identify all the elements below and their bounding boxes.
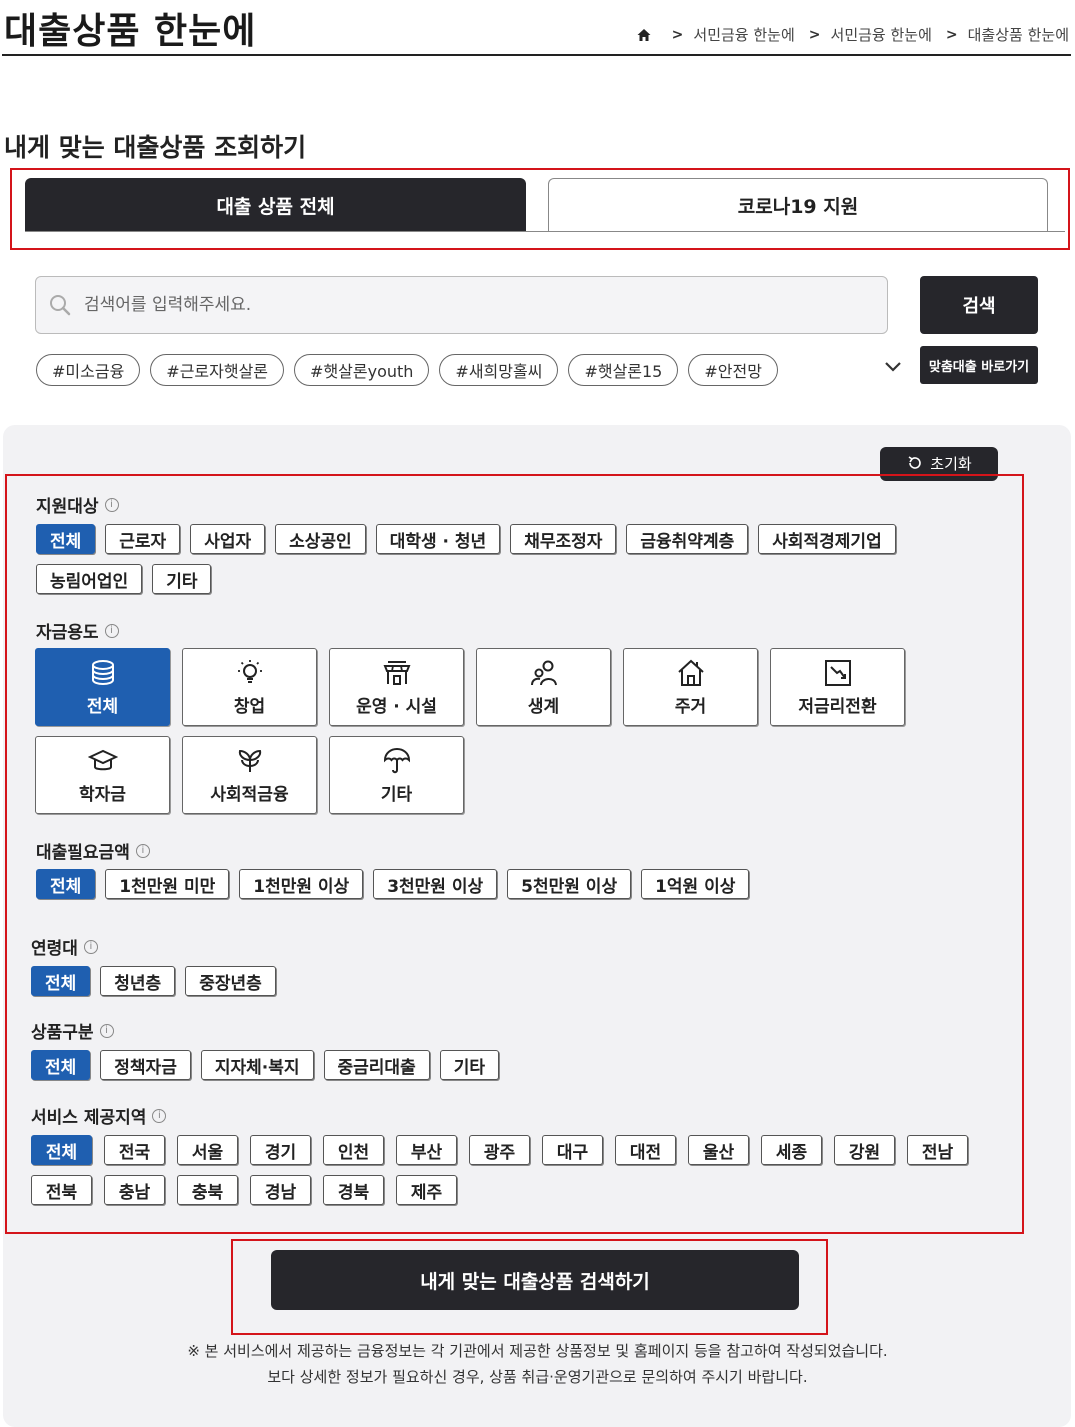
breadcrumb-separator-icon: >	[945, 26, 958, 43]
page-title: 대출상품 한눈에	[4, 11, 257, 52]
breadcrumb-separator-icon: >	[808, 26, 821, 43]
hashtag-chip[interactable]: #햇살론youth	[294, 354, 430, 386]
search-icon	[50, 295, 71, 316]
hashtag-chip[interactable]: #안전망	[688, 354, 778, 386]
breadcrumb-item-1[interactable]: 서민금융 한눈에	[693, 24, 794, 45]
submit-highlight-box	[231, 1239, 828, 1335]
reset-label: 초기화	[930, 455, 972, 473]
breadcrumb-item-3[interactable]: 대출상품 한눈에	[968, 24, 1069, 45]
search-box	[35, 276, 888, 334]
filter-highlight-box	[5, 474, 1024, 1234]
breadcrumb: > 서민금융 한눈에 > 서민금융 한눈에 > 대출상품 한눈에	[636, 24, 1069, 45]
search-button[interactable]: 검색	[920, 276, 1038, 334]
hashtag-list: #미소금융 #근로자햇살론 #햇살론youth #새희망홀씨 #햇살론15 #안…	[36, 354, 778, 386]
tabs-highlight-box	[10, 168, 1070, 250]
hashtag-chip[interactable]: #새희망홀씨	[439, 354, 559, 386]
header-divider	[2, 54, 1071, 56]
search-input[interactable]	[84, 295, 844, 315]
hashtag-chip[interactable]: #근로자햇살론	[150, 354, 285, 386]
notice-line-1: ※ 본 서비스에서 제공하는 금융정보는 각 기관에서 제공한 상품정보 및 홈…	[187, 1342, 888, 1360]
custom-loan-shortcut-button[interactable]: 맞춤대출 바로가기	[920, 346, 1038, 384]
chevron-down-icon[interactable]	[882, 356, 904, 378]
breadcrumb-item-2[interactable]: 서민금융 한눈에	[831, 24, 932, 45]
notice-line-2: 보다 상세한 정보가 필요하신 경우, 상품 취급·운영기관으로 문의하여 주시…	[267, 1368, 808, 1386]
home-icon[interactable]	[636, 27, 652, 43]
refresh-icon	[908, 456, 922, 469]
hashtag-chip[interactable]: #햇살론15	[568, 354, 679, 386]
breadcrumb-separator-icon: >	[671, 26, 684, 43]
hashtag-chip[interactable]: #미소금융	[36, 354, 141, 386]
section-title: 내게 맞는 대출상품 조회하기	[4, 133, 307, 162]
